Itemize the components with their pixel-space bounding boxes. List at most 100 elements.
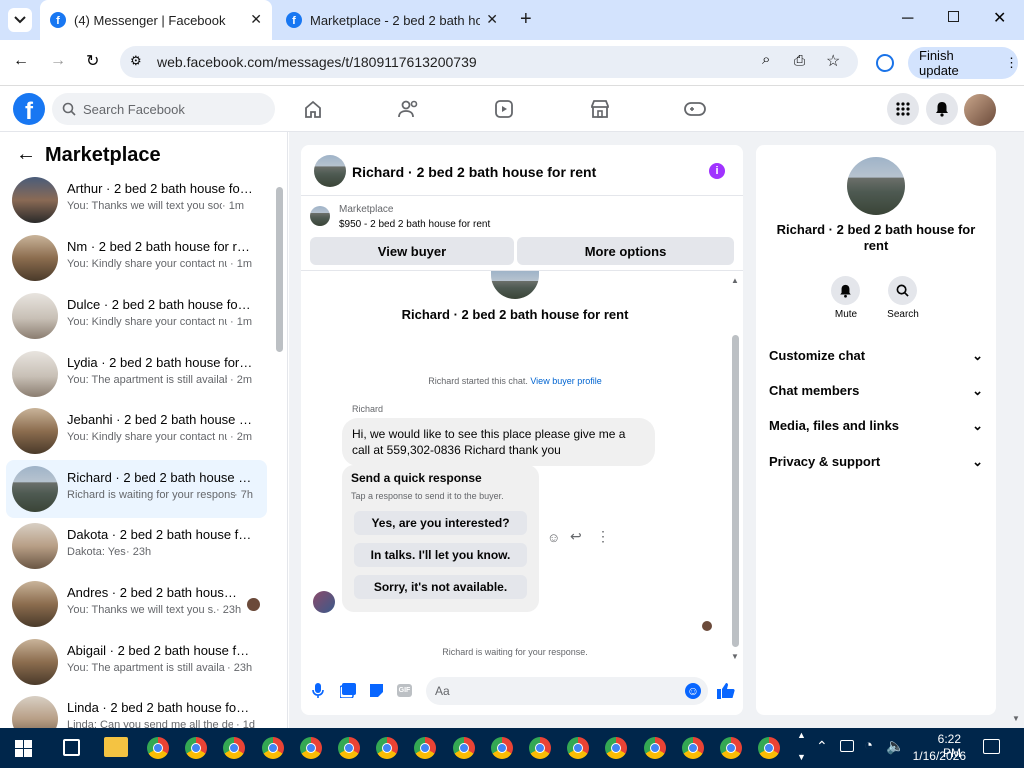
chrome-window-icon[interactable] bbox=[261, 737, 284, 759]
conversation-item-active[interactable]: Richard · 2 bed 2 bath house fo... Richa… bbox=[6, 460, 267, 518]
chat-header-avatar[interactable] bbox=[314, 155, 346, 187]
chrome-window-icon[interactable] bbox=[452, 737, 475, 759]
address-bar[interactable]: ⚙ web.facebook.com/messages/t/1809117613… bbox=[120, 46, 858, 78]
conversation-item[interactable]: Dakota · 2 bed 2 bath house for... Dakot… bbox=[6, 517, 267, 575]
scroll-down-arrow-icon[interactable]: ▼ bbox=[731, 652, 739, 661]
microphone-icon[interactable] bbox=[312, 683, 324, 704]
taskbar-date[interactable]: 1/16/2026 bbox=[910, 749, 966, 763]
facebook-logo[interactable]: f bbox=[13, 93, 45, 125]
tab-search-button[interactable] bbox=[8, 8, 32, 32]
search-conversation-button[interactable] bbox=[888, 276, 917, 305]
forward-button[interactable]: → bbox=[50, 52, 66, 70]
windows-start-icon[interactable] bbox=[15, 740, 32, 757]
quick-reply-yes-button[interactable]: Yes, are you interested? bbox=[354, 511, 527, 535]
chrome-window-icon[interactable] bbox=[673, 728, 712, 768]
file-explorer-icon[interactable] bbox=[104, 737, 128, 757]
more-actions-icon[interactable]: ⋮ bbox=[596, 528, 610, 545]
meet-now-icon[interactable] bbox=[840, 740, 854, 752]
video-icon[interactable] bbox=[494, 99, 514, 124]
emoji-icon[interactable]: ☺ bbox=[685, 683, 701, 699]
reload-button[interactable]: ↻ bbox=[86, 51, 99, 71]
listing-thumbnail[interactable] bbox=[310, 206, 330, 226]
tab-marketplace[interactable]: f Marketplace - 2 bed 2 bath hou ✕ bbox=[276, 0, 508, 40]
scroll-up-arrow-icon[interactable]: ▲ bbox=[731, 276, 739, 285]
chrome-window-icon[interactable] bbox=[223, 737, 246, 759]
chrome-window-icon[interactable] bbox=[376, 737, 399, 759]
taskbar-scroll-down-icon[interactable]: ▼ bbox=[797, 752, 806, 762]
maximize-button[interactable] bbox=[948, 11, 959, 22]
like-thumb-icon[interactable] bbox=[717, 682, 735, 705]
taskbar-scroll-up-icon[interactable]: ▲ bbox=[797, 730, 806, 740]
conversation-item[interactable]: Jebanhi · 2 bed 2 bath house fo... You: … bbox=[6, 402, 267, 460]
bookmark-star-icon[interactable]: ☆ bbox=[826, 51, 840, 71]
friends-icon[interactable] bbox=[398, 99, 420, 124]
page-scroll-down-arrow-icon[interactable]: ▼ bbox=[1012, 714, 1020, 723]
view-buyer-button[interactable]: View buyer bbox=[310, 237, 514, 265]
chrome-window-icon[interactable] bbox=[185, 737, 208, 759]
quick-reply-in-talks-button[interactable]: In talks. I'll let you know. bbox=[354, 543, 527, 567]
conversation-item[interactable]: Lydia · 2 bed 2 bath house for r... You:… bbox=[6, 345, 267, 403]
chrome-window-icon[interactable] bbox=[414, 737, 437, 759]
react-emoji-icon[interactable]: ☺ bbox=[547, 530, 560, 545]
menu-grid-icon[interactable] bbox=[887, 93, 919, 125]
conversation-item[interactable]: Andres · 2 bed 2 bath house f... You: Th… bbox=[6, 575, 267, 633]
gif-icon[interactable]: GIF bbox=[397, 684, 412, 697]
chat-members-section[interactable]: Chat members ⌄ bbox=[769, 383, 983, 399]
chrome-window-icon[interactable] bbox=[147, 737, 169, 759]
url-text[interactable]: web.facebook.com/messages/t/180911761320… bbox=[157, 54, 477, 70]
account-avatar[interactable] bbox=[964, 94, 996, 126]
message-input[interactable]: Aa bbox=[426, 677, 708, 705]
home-icon[interactable] bbox=[303, 99, 323, 124]
media-files-links-section[interactable]: Media, files and links ⌄ bbox=[769, 418, 983, 434]
close-icon[interactable]: ✕ bbox=[486, 11, 498, 28]
chrome-window-icon[interactable] bbox=[299, 737, 322, 759]
sticker-icon[interactable] bbox=[369, 683, 384, 703]
task-view-icon[interactable] bbox=[63, 739, 80, 756]
chrome-window-icon[interactable] bbox=[643, 737, 666, 759]
conversation-item[interactable]: Nm · 2 bed 2 bath house for rent You: Ki… bbox=[6, 229, 267, 287]
conversation-item[interactable]: Linda · 2 bed 2 bath house for r... Lind… bbox=[6, 690, 267, 728]
chrome-window-icon[interactable] bbox=[567, 737, 590, 759]
chat-header-title[interactable]: Richard · 2 bed 2 bath house for rent bbox=[352, 164, 596, 180]
site-info-icon[interactable]: ⚙ bbox=[130, 53, 142, 69]
gaming-icon[interactable] bbox=[684, 100, 706, 123]
customize-chat-section[interactable]: Customize chat ⌄ bbox=[769, 348, 983, 364]
new-tab-button[interactable]: + bbox=[520, 8, 532, 31]
info-icon[interactable]: i bbox=[709, 163, 725, 179]
chrome-window-icon[interactable] bbox=[529, 737, 551, 759]
back-arrow-icon[interactable]: ← bbox=[16, 143, 36, 166]
wifi-icon[interactable]: ◔ bbox=[864, 737, 873, 754]
conversation-item[interactable]: Dulce · 2 bed 2 bath house for r... You:… bbox=[6, 287, 267, 345]
sidebar-scrollbar[interactable] bbox=[276, 187, 283, 352]
quick-reply-not-available-button[interactable]: Sorry, it's not available. bbox=[354, 575, 527, 599]
zoom-icon[interactable]: ⌕ bbox=[762, 51, 770, 68]
back-button[interactable]: ← bbox=[13, 52, 29, 70]
sender-avatar[interactable] bbox=[313, 591, 335, 613]
marketplace-icon[interactable] bbox=[590, 99, 610, 124]
conversation-item[interactable]: Arthur · 2 bed 2 bath house for ... You:… bbox=[6, 171, 267, 229]
reply-arrow-icon[interactable]: ↩ bbox=[570, 528, 582, 545]
privacy-support-section[interactable]: Privacy & support ⌄ bbox=[769, 454, 983, 470]
minimize-button[interactable]: ─ bbox=[902, 10, 913, 28]
mute-button[interactable] bbox=[831, 276, 860, 305]
close-icon[interactable]: ✕ bbox=[250, 11, 262, 28]
volume-icon[interactable]: 🔈 bbox=[886, 737, 905, 755]
show-hidden-icons-icon[interactable]: ⌃ bbox=[816, 738, 828, 755]
chrome-window-icon[interactable] bbox=[605, 737, 628, 759]
chrome-window-icon[interactable] bbox=[758, 737, 781, 759]
window-close-button[interactable]: ✕ bbox=[993, 8, 1006, 28]
notification-center-icon[interactable] bbox=[983, 739, 1000, 754]
conversation-item[interactable]: Abigail · 2 bed 2 bath house for... You:… bbox=[6, 633, 267, 691]
chrome-window-icon[interactable] bbox=[720, 737, 742, 759]
incoming-message[interactable]: Hi, we would like to see this place plea… bbox=[342, 418, 655, 466]
chat-scrollbar[interactable] bbox=[732, 335, 739, 647]
photo-icon[interactable] bbox=[339, 683, 356, 703]
view-buyer-profile-link[interactable]: View buyer profile bbox=[530, 376, 601, 386]
install-app-icon[interactable]: ⎙ bbox=[794, 52, 805, 69]
chrome-window-icon[interactable] bbox=[338, 737, 360, 759]
profile-icon[interactable] bbox=[876, 54, 894, 72]
chrome-window-icon[interactable] bbox=[490, 737, 513, 759]
finish-update-button[interactable]: Finish update ⋮ bbox=[908, 47, 1018, 79]
search-facebook-field[interactable]: Search Facebook bbox=[52, 93, 275, 125]
notifications-bell-icon[interactable] bbox=[926, 93, 958, 125]
